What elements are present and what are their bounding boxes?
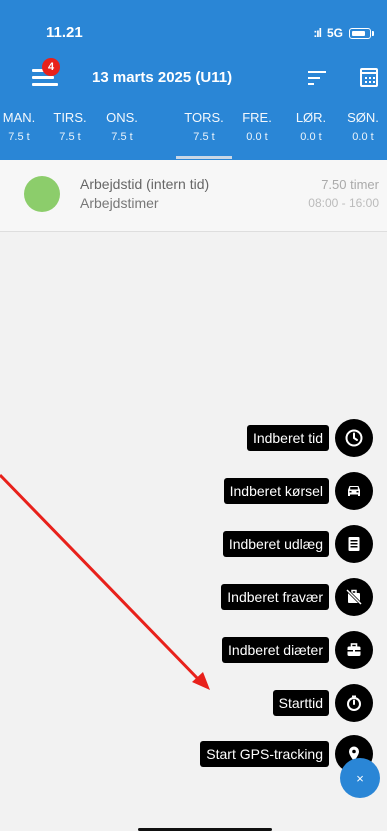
entry-subtitle: Arbejdstimer <box>80 195 159 211</box>
day-tab-fri[interactable]: FRE. 0.0 t <box>232 110 282 143</box>
status-time: 11.21 <box>46 24 83 41</box>
day-tab-thu[interactable]: TORS. 7.5 t <box>179 110 229 143</box>
fab-report-absence[interactable]: Indberet fravær <box>221 578 373 616</box>
week-day-tabs: MAN. 7.5 t TIRS. 7.5 t ONS. 7.5 t TORS. … <box>0 110 387 159</box>
stopwatch-icon[interactable] <box>335 684 373 722</box>
calendar-icon[interactable] <box>360 68 378 87</box>
fab-start-time[interactable]: Starttid <box>272 684 373 722</box>
fab-report-allowance[interactable]: Indberet diæter <box>222 631 373 669</box>
fab-report-driving[interactable]: Indberet kørsel <box>223 472 373 510</box>
selected-day-indicator <box>176 156 232 159</box>
day-tab-sun[interactable]: SØN. 0.0 t <box>338 110 387 143</box>
day-tab-wed[interactable]: ONS. 7.5 t <box>97 110 147 143</box>
notification-badge: 4 <box>42 58 60 76</box>
network-label: 5G <box>326 26 343 40</box>
signal-icon: :ıl <box>313 26 322 40</box>
date-title[interactable]: 13 marts 2025 (U11) <box>92 69 232 86</box>
close-fab-button[interactable]: × <box>340 758 380 798</box>
clock-icon[interactable] <box>335 419 373 457</box>
fab-report-time[interactable]: Indberet tid <box>246 419 373 457</box>
car-icon[interactable] <box>335 472 373 510</box>
day-tab-mon[interactable]: MAN. 7.5 t <box>0 110 44 143</box>
day-tab-tue[interactable]: TIRS. 7.5 t <box>45 110 95 143</box>
entry-time-range: 08:00 - 16:00 <box>308 196 379 210</box>
fab-report-expense[interactable]: Indberet udlæg <box>222 525 373 563</box>
battery-icon <box>349 27 374 39</box>
toolbar: 4 13 marts 2025 (U11) <box>0 58 387 92</box>
entry-color-dot <box>24 176 60 212</box>
time-entry-row[interactable]: Arbejdstid (intern tid) Arbejdstimer 7.5… <box>0 160 387 232</box>
receipt-icon[interactable] <box>335 525 373 563</box>
briefcase-icon[interactable] <box>335 631 373 669</box>
app-header: 11.21 :ıl 5G 4 13 marts 2025 (U11) MAN. … <box>0 0 387 160</box>
suitcase-off-icon[interactable] <box>335 578 373 616</box>
day-tab-sat[interactable]: LØR. 0.0 t <box>286 110 336 143</box>
sort-icon[interactable] <box>308 71 326 85</box>
entry-title: Arbejdstid (intern tid) <box>80 176 210 192</box>
status-bar: 11.21 :ıl 5G <box>0 24 387 46</box>
entry-amount: 7.50 timer <box>321 177 379 192</box>
